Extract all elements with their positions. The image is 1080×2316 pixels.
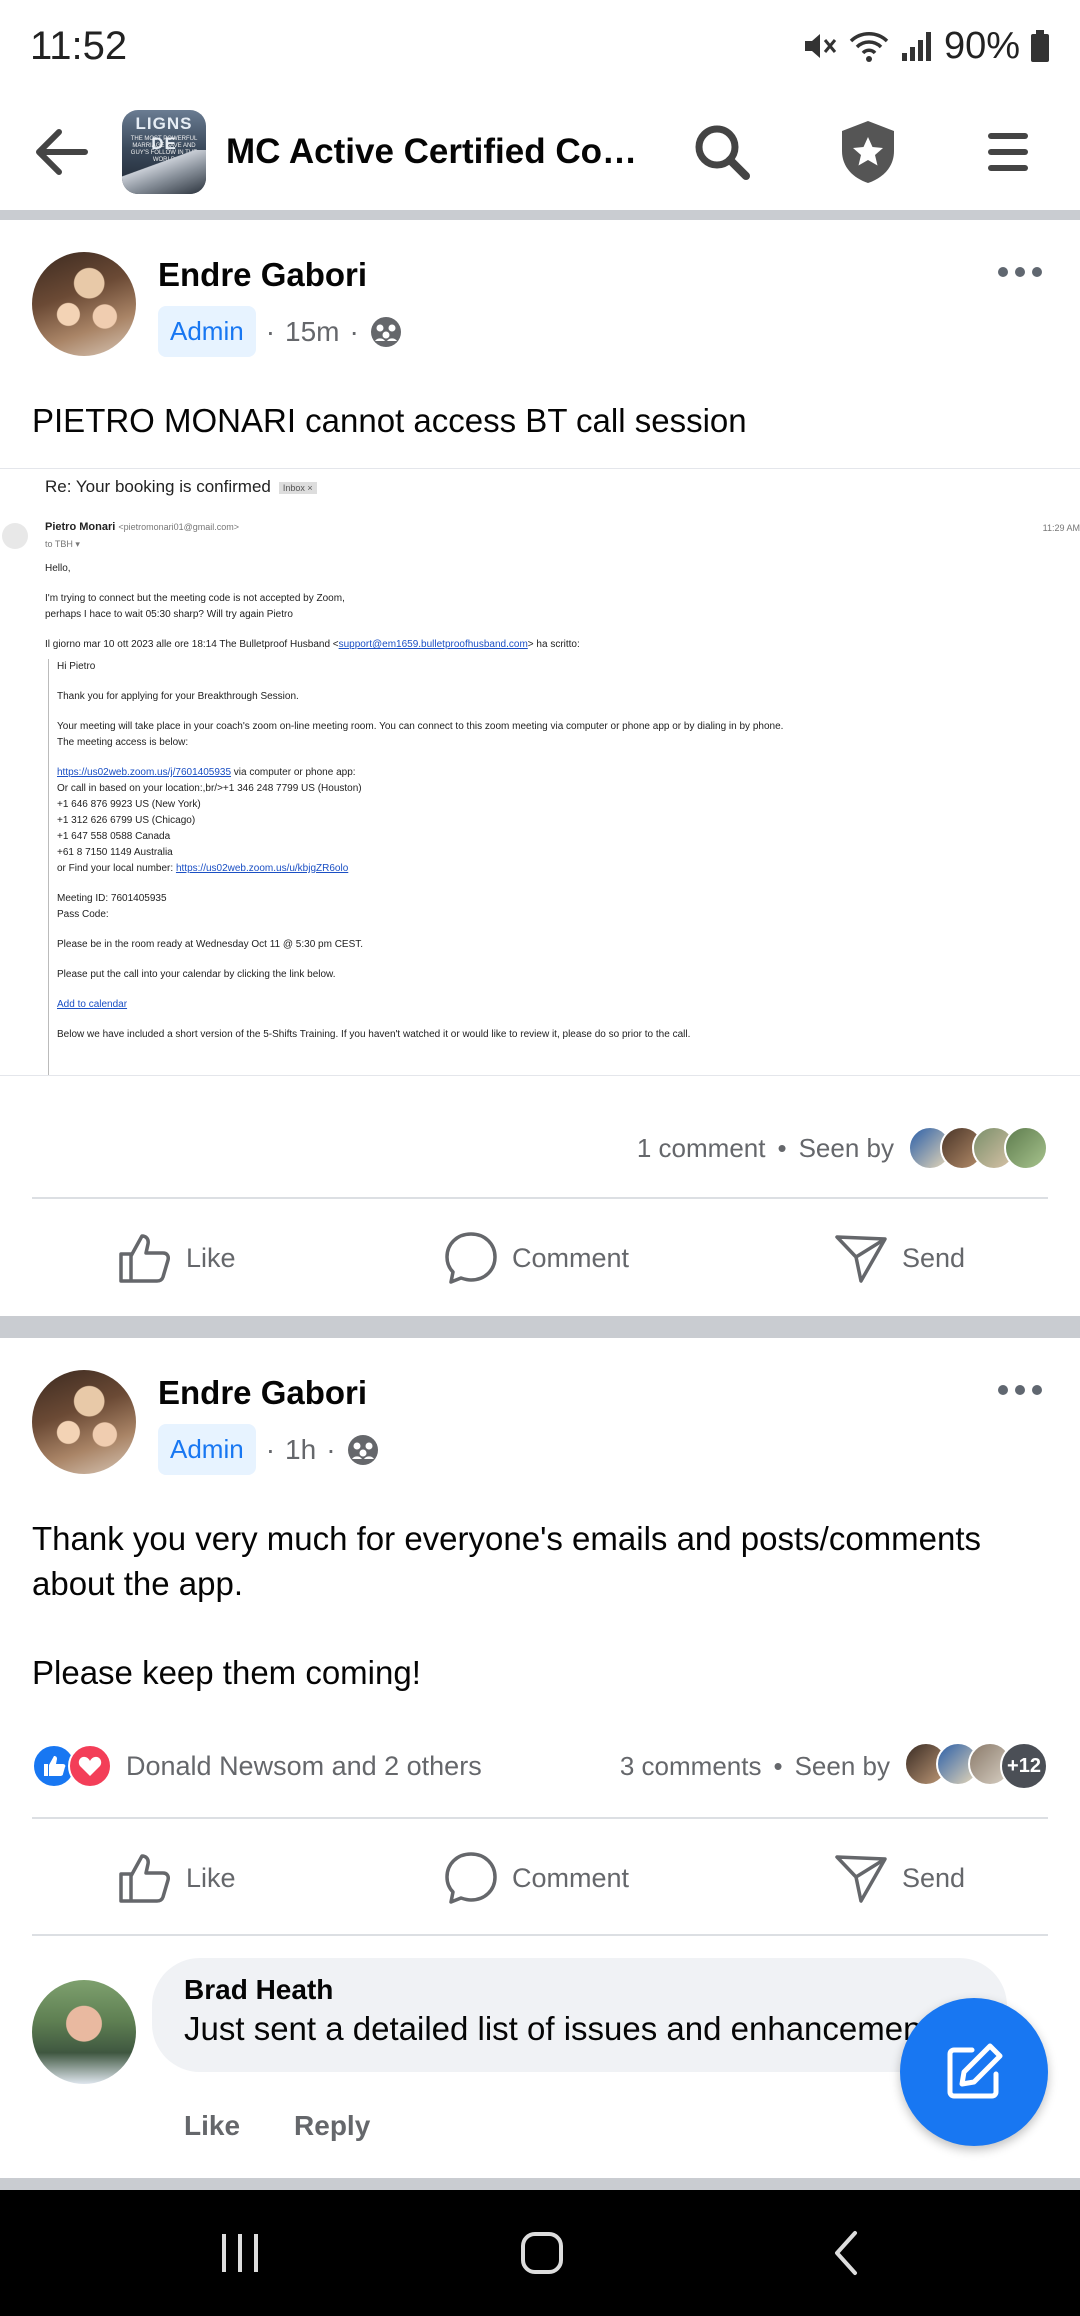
system-nav-bar xyxy=(0,2190,1080,2316)
commenter-name[interactable]: Brad Heath xyxy=(184,1974,975,2006)
admin-badge: Admin xyxy=(158,1424,256,1475)
bottom-divider xyxy=(0,2178,1080,2190)
comment-like-button[interactable]: Like xyxy=(184,2110,240,2142)
send-label: Send xyxy=(902,1862,966,1893)
dot xyxy=(998,1385,1008,1395)
seen-by-avatars[interactable]: +12 xyxy=(904,1742,1048,1790)
meta-separator: · xyxy=(326,1433,336,1465)
dot xyxy=(1032,1385,1042,1395)
comment-icon xyxy=(445,1852,497,1904)
comment-label: Comment xyxy=(512,1862,630,1893)
comments-count[interactable]: 3 comments xyxy=(620,1751,762,1782)
comment-bubble[interactable]: Brad Heath Just sent a detailed list of … xyxy=(152,1958,1007,2072)
recent-apps-button[interactable] xyxy=(180,2190,300,2316)
seen-more-badge: +12 xyxy=(1000,1742,1048,1790)
chevron-left-icon xyxy=(835,2231,857,2275)
stats-separator: • xyxy=(773,1750,783,1781)
recent-apps-icon xyxy=(222,2234,258,2272)
like-icon xyxy=(119,1854,170,1903)
separator xyxy=(32,1817,1048,1819)
home-icon xyxy=(521,2232,563,2274)
commenter-avatar[interactable] xyxy=(32,1980,136,2084)
post-text-2: Please keep them coming! xyxy=(32,1654,421,1691)
post-author[interactable]: Endre Gabori xyxy=(158,1374,367,1412)
meta-separator: · xyxy=(265,1433,276,1465)
separator xyxy=(32,1934,1048,1936)
seen-by-label[interactable]: Seen by xyxy=(795,1751,890,1782)
post-meta: Admin · 1h · xyxy=(158,1424,380,1475)
send-icon xyxy=(835,1855,887,1903)
love-reaction-icon xyxy=(68,1744,112,1788)
send-button[interactable]: Send xyxy=(834,1820,965,1936)
home-button[interactable] xyxy=(482,2190,602,2316)
post-2: Endre Gabori Admin · 1h · Thank you very… xyxy=(0,0,1080,2141)
post-text: Thank you very much for everyone's email… xyxy=(32,1520,982,1602)
reactions-summary[interactable]: Donald Newsom and 2 others xyxy=(32,1742,482,1790)
comment-button[interactable]: Comment xyxy=(444,1820,629,1936)
like-label: Like xyxy=(186,1862,236,1893)
post-actions: Like Comment Send xyxy=(0,1820,1080,1936)
author-avatar[interactable] xyxy=(32,1370,136,1474)
comment-text: Just sent a detailed list of issues and … xyxy=(184,2010,948,2047)
dot xyxy=(1015,1385,1025,1395)
compose-post-button[interactable] xyxy=(900,1998,1048,2146)
reactions-names: Donald Newsom and 2 others xyxy=(126,1750,482,1781)
group-audience-icon xyxy=(347,1434,378,1465)
post-stats: 3 comments • Seen by +12 xyxy=(600,1742,1048,1790)
post-options-button[interactable] xyxy=(990,1370,1050,1410)
comment-actions: Like Reply xyxy=(184,2110,370,2142)
post-time[interactable]: 1h xyxy=(285,1434,316,1466)
like-button[interactable]: Like xyxy=(118,1820,236,1936)
comment-reply-button[interactable]: Reply xyxy=(294,2110,370,2142)
system-back-button[interactable] xyxy=(786,2190,906,2316)
edit-icon xyxy=(947,2043,1003,2099)
